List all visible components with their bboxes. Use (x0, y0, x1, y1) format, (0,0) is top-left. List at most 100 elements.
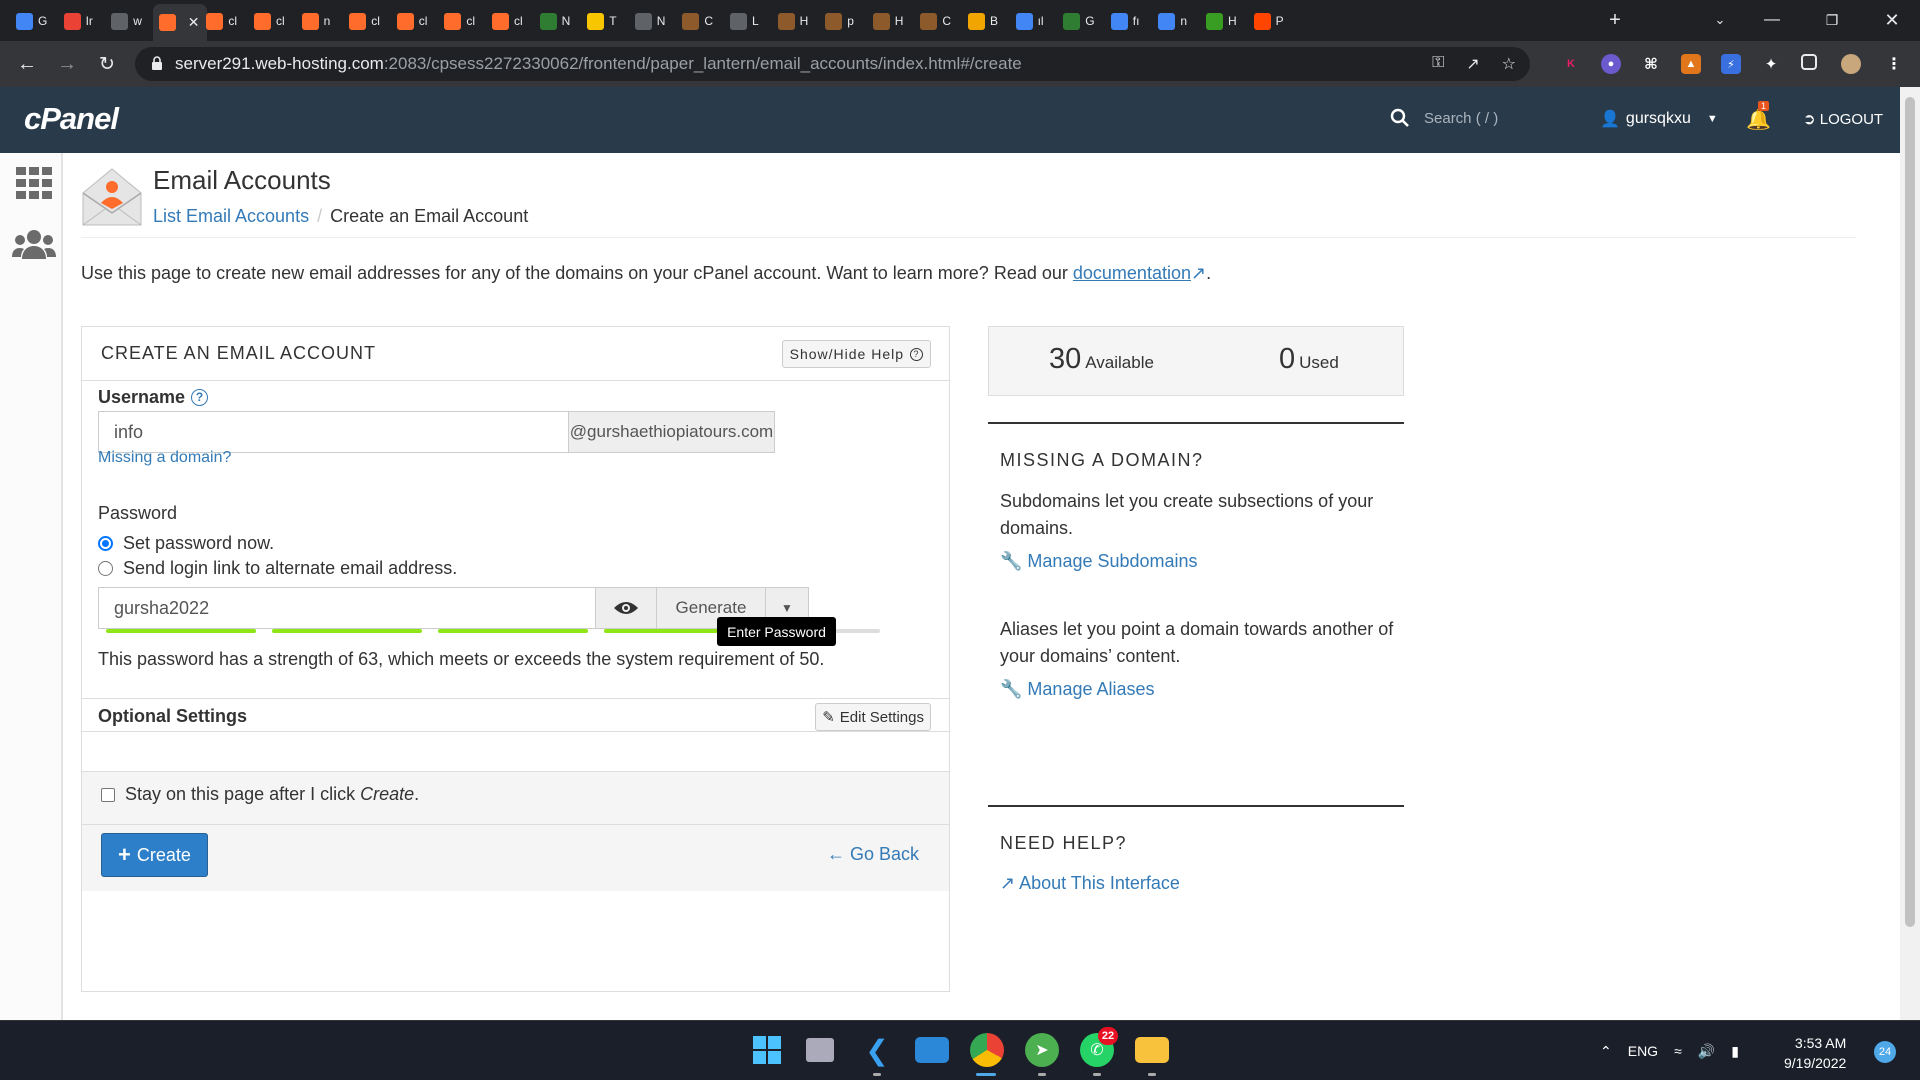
radio-send-login-link[interactable]: Send login link to alternate email addre… (98, 558, 457, 579)
file-explorer-icon[interactable] (1135, 1037, 1169, 1063)
browser-tab[interactable]: B (962, 8, 1016, 34)
about-interface-link[interactable]: ↗ About This Interface (1000, 873, 1180, 894)
remote-desktop-icon[interactable] (915, 1037, 949, 1063)
back-button[interactable]: ← (12, 49, 42, 79)
metamask-fox-icon[interactable]: ▲ (1681, 54, 1701, 74)
stay-on-page-checkbox[interactable] (101, 787, 115, 802)
radio-set-password-now[interactable]: Set password now. (98, 533, 274, 554)
extension-command-icon[interactable]: ⌘ (1641, 54, 1661, 74)
browser-tab[interactable]: P (1248, 8, 1302, 34)
google-icon (1015, 12, 1033, 30)
telegram-like-icon[interactable]: ➤ (1025, 1033, 1059, 1067)
browser-tab[interactable]: H (867, 8, 921, 34)
close-tab-icon[interactable]: ✕ (188, 14, 200, 31)
browser-tab[interactable]: H (772, 8, 826, 34)
documentation-link[interactable]: documentation (1073, 263, 1191, 283)
notification-center-badge[interactable]: 24 (1874, 1041, 1896, 1063)
language-indicator[interactable]: ENG (1628, 1043, 1658, 1059)
side-panel-icon[interactable] (1801, 54, 1817, 70)
edit-settings-button[interactable]: ✎ Edit Settings (815, 703, 931, 731)
system-clock[interactable]: 3:53 AM 9/19/2022 (1784, 1033, 1846, 1073)
scroll-icon (777, 12, 795, 30)
new-tab-button[interactable]: + (1595, 6, 1635, 34)
whatsapp-badge: 22 (1098, 1027, 1118, 1045)
create-button[interactable]: + Create (101, 833, 208, 877)
browser-tab[interactable]: cl (438, 8, 492, 34)
external-link-icon[interactable]: ↗ (1191, 263, 1206, 283)
apps-grid-icon[interactable] (16, 167, 52, 199)
browser-tab[interactable]: G (10, 8, 64, 34)
chrome-icon[interactable] (970, 1033, 1004, 1067)
missing-domain-link[interactable]: Missing a domain? (98, 449, 231, 467)
breadcrumb-list-email-accounts[interactable]: List Email Accounts (153, 206, 309, 227)
user-menu[interactable]: 👤 gursqkxu ▼ (1600, 109, 1718, 129)
url-field[interactable]: server291.web-hosting.com:2083/cpsess227… (135, 47, 1530, 81)
browser-tab[interactable]: cl (391, 8, 445, 34)
scrollbar-thumb[interactable] (1905, 97, 1915, 927)
page-scrollbar[interactable] (1900, 87, 1920, 1020)
key-icon[interactable]: ⚿ (1432, 54, 1444, 74)
notifications-button[interactable]: 🔔 1 (1746, 101, 1771, 132)
browser-tab[interactable]: G (1057, 8, 1111, 34)
show-hide-help-button[interactable]: Show/Hide Help ? (781, 340, 931, 368)
reload-button[interactable]: ↻ (92, 49, 122, 79)
browser-tab[interactable]: fı (1105, 8, 1159, 34)
close-window-button[interactable]: ✕ (1872, 6, 1912, 34)
extension-bolt-icon[interactable]: ⚡ (1721, 54, 1741, 74)
battery-icon[interactable]: ▮ (1731, 1043, 1739, 1060)
browser-menu-icon[interactable]: ⋮ (1884, 54, 1904, 74)
browser-tab[interactable]: C (676, 8, 730, 34)
browser-tab[interactable]: L (724, 8, 778, 34)
task-view-icon[interactable] (806, 1038, 834, 1062)
wifi-icon[interactable]: ≈ (1674, 1043, 1682, 1059)
browser-tab[interactable]: N (629, 8, 683, 34)
stay-on-page-checkbox-row[interactable]: Stay on this page after I click Create. (101, 784, 419, 805)
extension-k-icon[interactable]: K (1561, 54, 1581, 74)
speaker-icon[interactable]: 🔊 (1698, 1043, 1715, 1060)
browser-tab[interactable]: w (105, 8, 159, 34)
browser-tab[interactable]: H (1200, 8, 1254, 34)
browser-tab[interactable]: cl (343, 8, 397, 34)
logout-button[interactable]: ➲ LOGOUT (1803, 110, 1883, 128)
go-back-link[interactable]: ← Go Back (827, 844, 919, 865)
browser-tab[interactable]: C (914, 8, 968, 34)
browser-tab-label: H (1228, 14, 1237, 28)
profile-avatar[interactable] (1841, 54, 1861, 74)
manage-subdomains-link[interactable]: 🔧 Manage Subdomains (1000, 551, 1198, 572)
browser-tab[interactable]: cl (200, 8, 254, 34)
extensions-puzzle-icon[interactable]: ✦ (1761, 54, 1781, 74)
missing-domain-heading: MISSING A DOMAIN? (1000, 450, 1204, 470)
browser-tab[interactable]: T (581, 8, 635, 34)
username-input[interactable]: info (98, 411, 569, 453)
browser-tab[interactable]: ıl (1010, 8, 1064, 34)
cpanel-logo[interactable]: cPanel (24, 101, 119, 137)
minimize-button[interactable]: — (1752, 6, 1792, 34)
tab-search-chevron-icon[interactable]: ⌄ (1700, 6, 1740, 34)
strength-bar-segment-3 (438, 629, 588, 633)
tray-chevron-up-icon[interactable]: ⌃ (1600, 1043, 1612, 1060)
username-help-icon[interactable]: ? (191, 388, 209, 406)
browser-tab[interactable]: cl (248, 8, 302, 34)
browser-tab[interactable]: Ir (58, 8, 112, 34)
header-search[interactable]: Search ( / ) (1390, 108, 1498, 128)
browser-tab[interactable]: N (534, 8, 588, 34)
bookmark-star-icon[interactable]: ☆ (1502, 54, 1516, 74)
extension-bot-icon[interactable]: ● (1601, 54, 1621, 74)
windows-start-icon[interactable] (750, 1033, 784, 1067)
manage-aliases-link[interactable]: 🔧 Manage Aliases (1000, 679, 1155, 700)
browser-tab[interactable]: ✕ (152, 4, 207, 41)
browser-tab[interactable]: n (1152, 8, 1206, 34)
show-password-button[interactable] (595, 587, 657, 629)
restore-button[interactable]: ❐ (1812, 6, 1852, 34)
domain-addon[interactable]: @gurshaethiopiatours.com (568, 411, 775, 453)
browser-tab[interactable]: cl (486, 8, 540, 34)
radio-button-checked[interactable] (98, 536, 113, 551)
browser-tab[interactable]: p (819, 8, 873, 34)
vscode-icon[interactable]: ❮ (860, 1033, 894, 1067)
forward-button[interactable]: → (52, 49, 82, 79)
radio-button-unchecked[interactable] (98, 561, 113, 576)
share-icon[interactable]: ↗ (1466, 54, 1479, 74)
password-input[interactable]: gursha2022 (98, 587, 596, 629)
browser-tab[interactable]: n (296, 8, 350, 34)
users-group-icon[interactable] (12, 229, 56, 259)
